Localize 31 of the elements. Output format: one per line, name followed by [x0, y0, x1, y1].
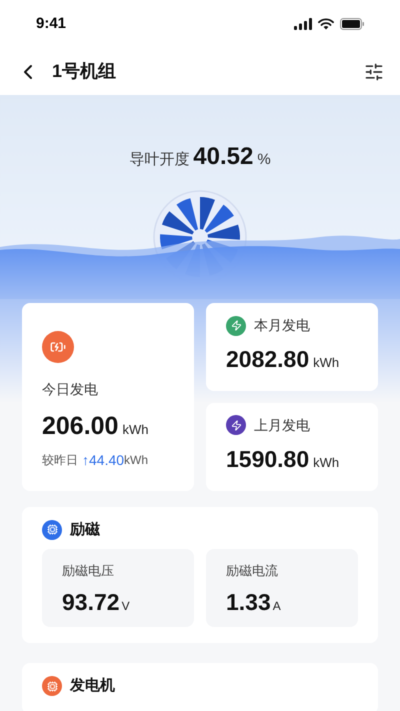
change-unit: kWh — [124, 452, 148, 469]
month-value: 2082.80 — [226, 345, 310, 374]
generator-icon — [42, 331, 74, 363]
metric-value: 1.33 — [226, 588, 271, 616]
month-value: 1590.80 — [226, 444, 310, 474]
month-unit: kWh — [313, 354, 340, 372]
percent-unit: % — [257, 150, 271, 170]
battery-icon — [340, 18, 364, 30]
guide-vane-value: 40.52 — [193, 142, 254, 172]
month-unit: kWh — [313, 454, 340, 472]
change-value: 44.40 — [89, 450, 124, 470]
today-unit: kWh — [122, 421, 148, 439]
metric-label: 励磁电流 — [226, 562, 279, 580]
section-title: 励磁 — [70, 520, 100, 540]
metric-unit: V — [122, 598, 130, 614]
compare-label: 较昨日 — [42, 452, 78, 469]
guide-vane-label: 导叶开度 — [129, 150, 190, 170]
month-label: 上月发电 — [254, 416, 310, 435]
filter-icon[interactable] — [364, 62, 384, 82]
section-title: 发电机 — [70, 676, 115, 696]
today-value: 206.00 — [42, 411, 118, 442]
status-time: 9:41 — [36, 14, 66, 34]
today-label: 今日发电 — [42, 380, 99, 399]
metric-label: 励磁电压 — [62, 562, 115, 580]
metric-value: 93.72 — [62, 588, 120, 616]
wifi-icon — [318, 18, 334, 30]
trend-arrow: ↑ — [82, 450, 89, 470]
month-label: 本月发电 — [254, 316, 310, 335]
metric-unit: A — [272, 598, 281, 614]
page-title: 1号机组 — [52, 60, 116, 83]
signal-icon — [294, 18, 312, 30]
